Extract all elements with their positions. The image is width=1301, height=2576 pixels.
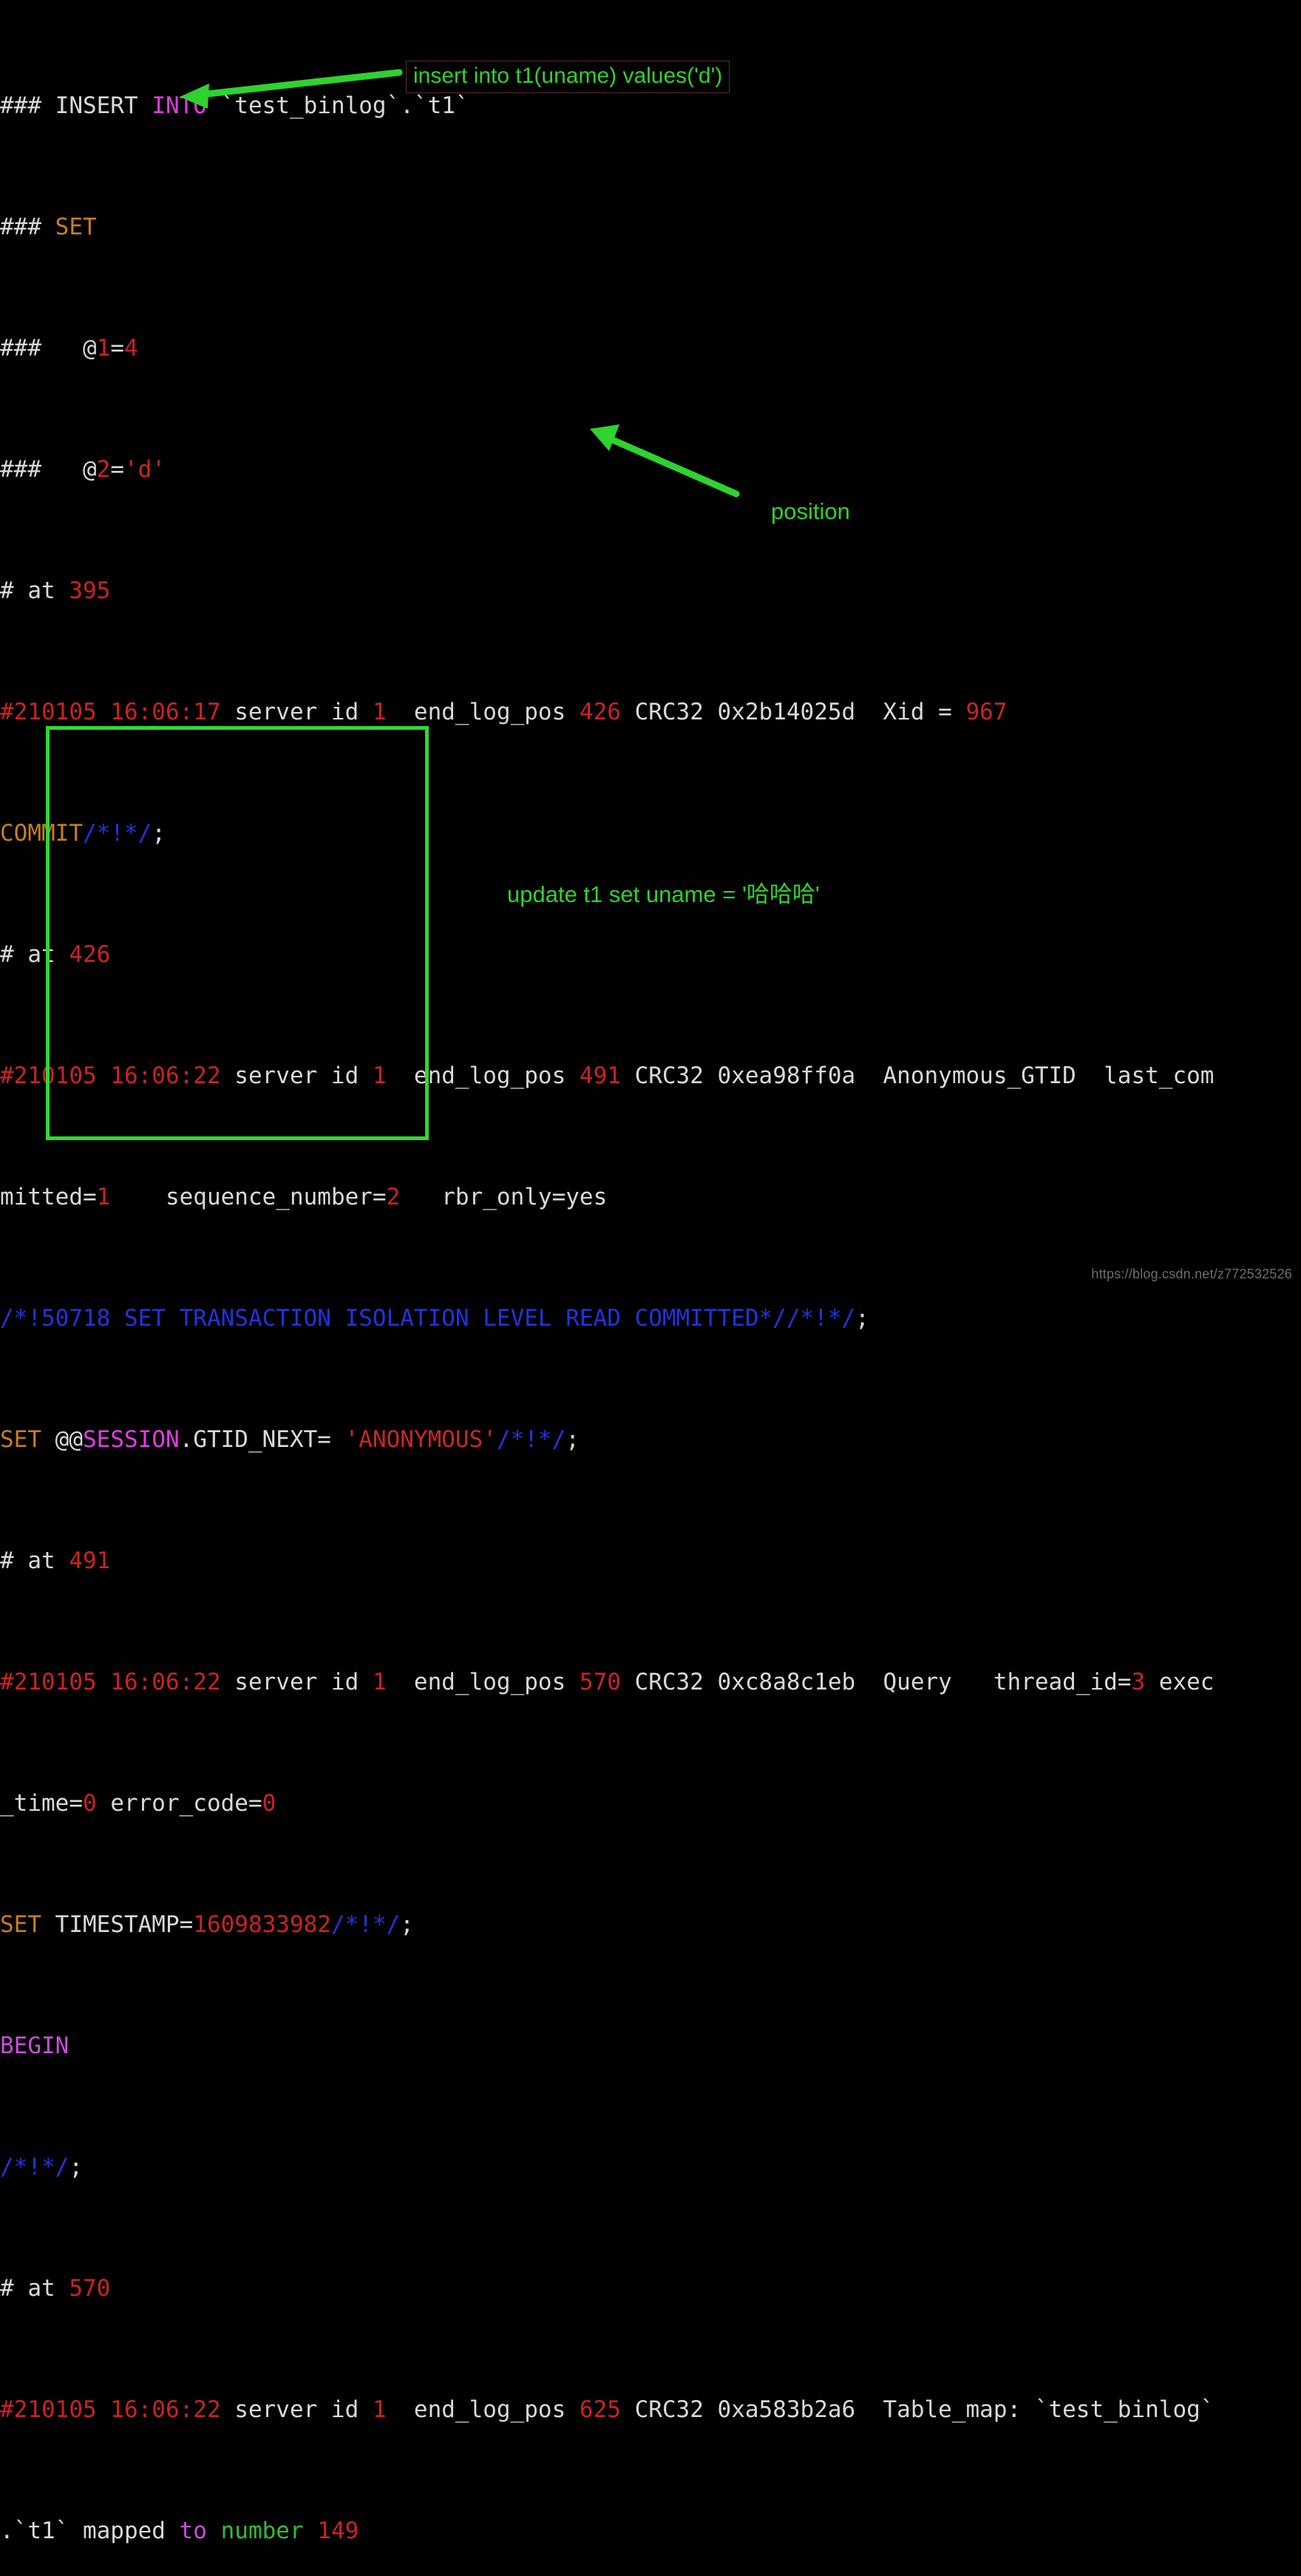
terminal-line: # at 491	[0, 1548, 111, 1574]
watermark: https://blog.csdn.net/z772532526	[1091, 1267, 1292, 1281]
terminal-line: ### @2='d'	[0, 456, 166, 483]
annotation-position-label: position	[771, 498, 850, 524]
terminal-line: /*!*/;	[0, 2154, 83, 2180]
terminal-line: # at 395	[0, 577, 111, 604]
annotation-insert-statement: insert into t1(uname) values('d')	[406, 61, 730, 93]
terminal-line: ### INSERT INTO `test_binlog`.`t1`	[0, 92, 469, 119]
terminal-line: # at 570	[0, 2275, 111, 2302]
terminal-line: #210105 16:06:22 server id 1 end_log_pos…	[0, 2396, 1215, 2423]
terminal-line: _time=0 error_code=0	[0, 1790, 276, 1817]
terminal-line: SET @@SESSION.GTID_NEXT= 'ANONYMOUS'/*!*…	[0, 1426, 580, 1453]
terminal-line: #210105 16:06:22 server id 1 end_log_pos…	[0, 1669, 1215, 1695]
terminal-line: .`t1` mapped to number 149	[0, 2518, 359, 2544]
terminal-line: ### @1=4	[0, 335, 138, 362]
terminal-line: BEGIN	[0, 2033, 69, 2059]
update-block-highlight-box	[46, 726, 429, 1140]
terminal-line: /*!50718 SET TRANSACTION ISOLATION LEVEL…	[0, 1305, 869, 1332]
terminal-line: mitted=1 sequence_number=2 rbr_only=yes	[0, 1184, 608, 1210]
terminal-line: ### SET	[0, 214, 97, 240]
terminal-line: SET TIMESTAMP=1609833982/*!*/;	[0, 1911, 414, 1938]
annotation-update-statement: update t1 set uname = '哈哈哈'	[507, 881, 820, 907]
terminal-line: #210105 16:06:17 server id 1 end_log_pos…	[0, 699, 1008, 725]
